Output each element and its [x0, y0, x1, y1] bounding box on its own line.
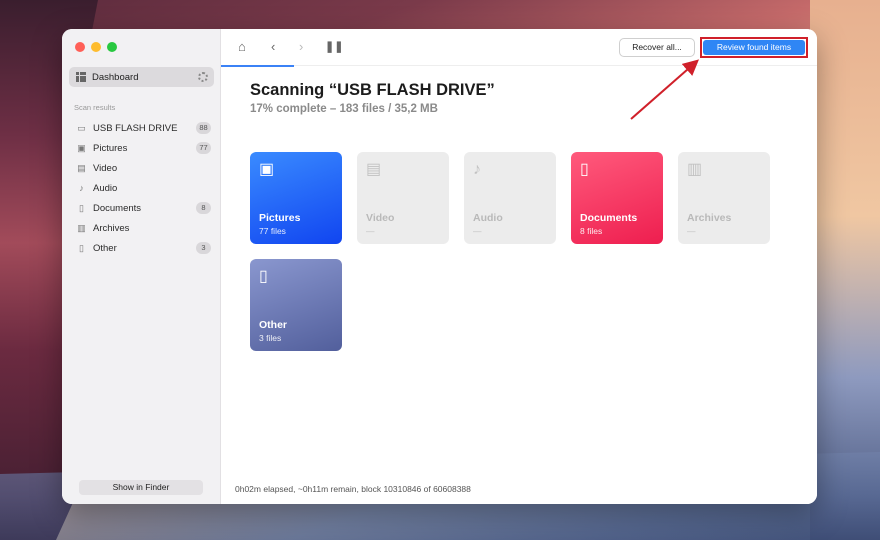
- close-window-button[interactable]: [75, 42, 85, 52]
- sidebar-item-video[interactable]: ▤ Video: [69, 158, 214, 178]
- sidebar: Dashboard Scan results ▭ USB FLASH DRIVE…: [62, 29, 221, 504]
- zoom-window-button[interactable]: [107, 42, 117, 52]
- drive-icon: ▭: [77, 122, 86, 133]
- dashboard-label: Dashboard: [92, 71, 139, 83]
- card-name: Documents: [580, 212, 638, 224]
- card-name: Pictures: [259, 212, 301, 224]
- card-documents[interactable]: ▯ Documents 8 files: [571, 152, 663, 244]
- document-icon: ▯: [580, 161, 589, 178]
- back-icon[interactable]: ‹: [271, 40, 275, 54]
- count-badge: 88: [196, 122, 211, 134]
- toolbar: ⌂ ‹ › ❚❚ Recover all... Review found ite…: [221, 29, 817, 67]
- scan-title: Scanning “USB FLASH DRIVE”: [250, 81, 495, 99]
- picture-icon: ▣: [77, 142, 86, 153]
- card-count: 77 files: [259, 226, 286, 236]
- grid-icon: [76, 72, 86, 82]
- card-count: 8 files: [580, 226, 603, 236]
- video-icon: ▤: [77, 162, 86, 173]
- forward-icon[interactable]: ›: [299, 40, 303, 54]
- scan-results-list: ▭ USB FLASH DRIVE 88 ▣ Pictures 77 ▤ Vid…: [69, 118, 214, 258]
- show-in-finder-button[interactable]: Show in Finder: [79, 480, 203, 495]
- sidebar-item-label: Pictures: [93, 142, 128, 154]
- sidebar-item-label: Audio: [93, 182, 118, 194]
- card-audio[interactable]: ♪ Audio —: [464, 152, 556, 244]
- card-count: —: [687, 226, 696, 236]
- music-note-icon: ♪: [79, 183, 84, 193]
- sidebar-item-label: Archives: [93, 222, 130, 234]
- card-count: —: [473, 226, 482, 236]
- card-other[interactable]: ▯ Other 3 files: [250, 259, 342, 351]
- main-content: ⌂ ‹ › ❚❚ Recover all... Review found ite…: [221, 29, 817, 504]
- scan-progress-text: 17% complete – 183 files / 35,2 MB: [250, 103, 438, 115]
- card-name: Audio: [473, 212, 503, 224]
- archive-icon: ▥: [687, 161, 703, 178]
- sidebar-item-archives[interactable]: ▥ Archives: [69, 218, 214, 238]
- card-video[interactable]: ▤ Video —: [357, 152, 449, 244]
- minimize-window-button[interactable]: [91, 42, 101, 52]
- picture-icon: ▣: [259, 161, 275, 178]
- sidebar-item-usb-flash-drive[interactable]: ▭ USB FLASH DRIVE 88: [69, 118, 214, 138]
- card-archives[interactable]: ▥ Archives —: [678, 152, 770, 244]
- section-label: Scan results: [74, 103, 116, 112]
- music-note-icon: ♪: [473, 161, 481, 178]
- count-badge: 77: [196, 142, 211, 154]
- home-icon[interactable]: ⌂: [238, 40, 246, 54]
- pause-icon[interactable]: ❚❚: [325, 40, 343, 54]
- active-tab-indicator: [221, 65, 294, 67]
- card-name: Video: [366, 212, 395, 224]
- document-icon: ▯: [79, 202, 84, 213]
- spinner-icon: [198, 72, 208, 82]
- card-count: 3 files: [259, 333, 282, 343]
- sidebar-item-label: Video: [93, 162, 118, 174]
- status-bar-text: 0h02m elapsed, ~0h11m remain, block 1031…: [235, 484, 471, 494]
- file-icon: ▯: [259, 268, 268, 285]
- count-badge: 3: [196, 242, 211, 254]
- card-name: Other: [259, 319, 288, 331]
- app-window: Dashboard Scan results ▭ USB FLASH DRIVE…: [62, 29, 817, 504]
- sidebar-item-label: USB FLASH DRIVE: [93, 122, 178, 134]
- sidebar-item-dashboard[interactable]: Dashboard: [69, 67, 214, 87]
- sidebar-item-audio[interactable]: ♪ Audio: [69, 178, 214, 198]
- count-badge: 8: [196, 202, 211, 214]
- archive-icon: ▥: [77, 222, 86, 233]
- sidebar-item-pictures[interactable]: ▣ Pictures 77: [69, 138, 214, 158]
- video-icon: ▤: [366, 161, 382, 178]
- card-pictures[interactable]: ▣ Pictures 77 files: [250, 152, 342, 244]
- sidebar-item-documents[interactable]: ▯ Documents 8: [69, 198, 214, 218]
- card-name: Archives: [687, 212, 732, 224]
- sidebar-item-label: Documents: [93, 202, 142, 214]
- traffic-lights: [75, 42, 117, 52]
- annotation-arrow: [630, 59, 700, 120]
- sidebar-item-label: Other: [93, 242, 117, 254]
- file-icon: ▯: [79, 242, 84, 253]
- sidebar-item-other[interactable]: ▯ Other 3: [69, 238, 214, 258]
- card-count: —: [366, 226, 375, 236]
